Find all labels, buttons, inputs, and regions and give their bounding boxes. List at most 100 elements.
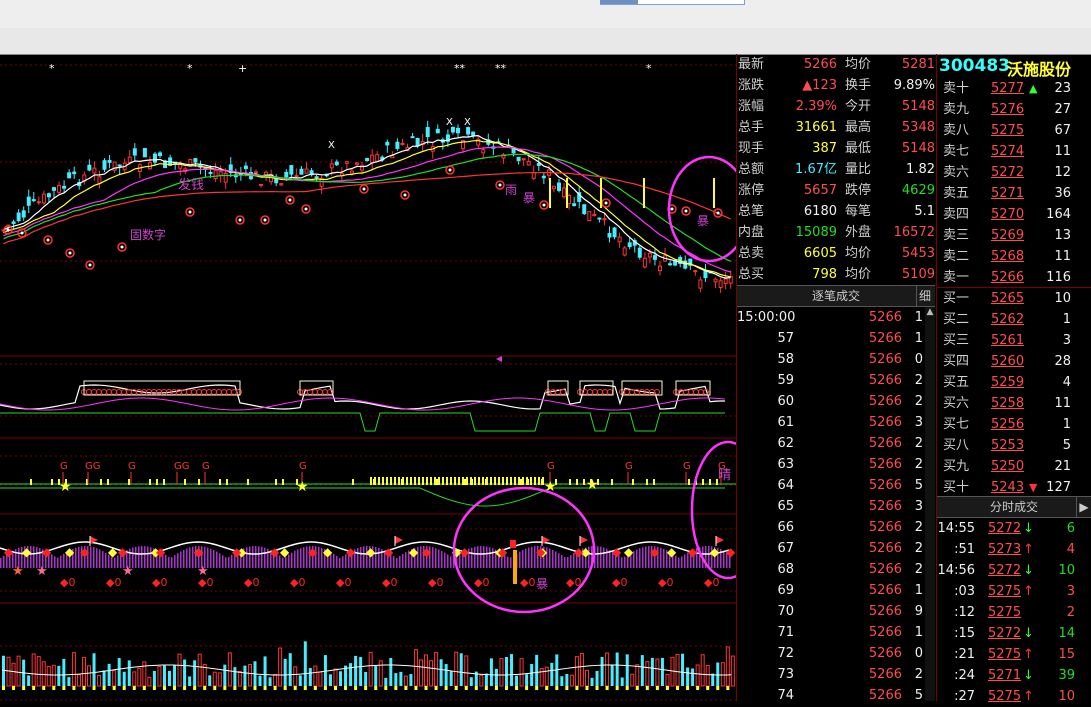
volume-bar <box>716 662 720 686</box>
volume-bar <box>484 673 488 686</box>
tick-time: 63 <box>777 457 794 472</box>
arrow-down-icon: ↓ <box>1023 668 1034 683</box>
bid-row[interactable]: 买三 5261 3 <box>941 330 1091 351</box>
minute-volume: 10 <box>1058 563 1075 578</box>
diamond-icon: ◆ <box>108 545 118 559</box>
label-bao-2: 暴 <box>697 214 709 228</box>
volume-bar <box>730 655 735 687</box>
candle <box>243 165 248 169</box>
signal-dot-icon <box>91 389 97 395</box>
tab-minute-trades[interactable]: 分时成交 <box>990 500 1038 514</box>
quote-row: 总手 31661 最高 5348 <box>737 117 936 138</box>
tick-scrollbar[interactable]: ▲ <box>925 307 935 701</box>
candle <box>652 255 657 260</box>
signal-dot-icon <box>624 389 630 395</box>
star-icon: ★ <box>197 564 209 579</box>
ask-row[interactable]: 卖八 5275 67 <box>941 120 1091 141</box>
bid-row[interactable]: 买五 5259 4 <box>941 372 1091 393</box>
volume-bar <box>389 657 393 686</box>
scroll-up-arrow-icon[interactable]: ▲ <box>925 307 935 317</box>
diamond-icon: ◆ <box>118 545 128 559</box>
ask-row[interactable]: 卖五 5271 36 <box>941 183 1091 204</box>
volume-bar <box>530 664 534 686</box>
book-price: 5266 <box>991 270 1025 285</box>
volume-bar <box>303 641 307 686</box>
quote-value: 15089 <box>795 225 837 240</box>
ask-row[interactable]: 卖九 5276 27 <box>941 99 1091 120</box>
volume-bar <box>590 677 594 686</box>
ask-row[interactable]: 卖六 5272 12 <box>941 162 1091 183</box>
bid-row[interactable]: 买十 5243 ▼ 127 <box>941 477 1091 498</box>
quote-row: 涨幅 2.39% 今开 5148 <box>737 96 936 117</box>
signal-dot-icon <box>191 389 197 395</box>
quote-value: 798 <box>812 267 837 282</box>
volume-bar <box>81 656 86 687</box>
signal-dot-icon <box>597 389 603 395</box>
ask-row[interactable]: 卖二 5268 11 <box>941 246 1091 267</box>
volume-bar <box>569 674 574 687</box>
volume-bar <box>544 666 549 687</box>
diamond-icon: ◆ <box>574 545 584 559</box>
quote-row: 内盘 15089 外盘 16572 <box>737 222 936 243</box>
ask-row[interactable]: 卖三 5269 13 <box>941 225 1091 246</box>
signal-dot-icon <box>654 389 660 395</box>
diamond-icon: ◆ <box>80 545 90 559</box>
tick-volume: 9 <box>914 604 923 619</box>
bid-row[interactable]: 买一 5265 10 <box>941 288 1091 309</box>
quote-label: 总买 <box>738 267 765 282</box>
candle <box>289 165 294 175</box>
diamond-icon: ◆ <box>536 545 546 559</box>
bid-row[interactable]: 买四 5260 28 <box>941 351 1091 372</box>
book-level-label: 卖九 <box>943 102 970 117</box>
candle <box>142 148 147 158</box>
quote-value: 2.39% <box>795 99 837 114</box>
bid-row[interactable]: 买九 5250 21 <box>941 456 1091 477</box>
tick-time: 64 <box>777 478 794 493</box>
next-arrow-icon[interactable]: ▶ <box>1076 497 1091 517</box>
candle <box>304 168 309 174</box>
volume-bar <box>605 652 610 687</box>
volume-bar <box>640 655 644 686</box>
book-separator <box>937 287 1091 288</box>
diamond-icon: ◆ <box>4 545 14 559</box>
minute-row: 14:55 5272 ↓ 6 <box>937 518 1091 539</box>
ask-row[interactable]: 卖七 5274 11 <box>941 141 1091 162</box>
ask-row[interactable]: 卖四 5270 164 <box>941 204 1091 225</box>
ask-row[interactable]: 卖十 5277 ▲ 23 <box>941 78 1091 99</box>
tick-time: 73 <box>777 667 794 682</box>
volume-bar <box>152 670 156 686</box>
volume-bar <box>97 675 102 687</box>
tick-row: 71 5266 1 <box>737 622 925 643</box>
diamond-icon: ◆ <box>409 545 419 559</box>
volume-bar <box>177 653 182 687</box>
bid-row[interactable]: 买八 5253 5 <box>941 435 1091 456</box>
signal-dot-icon <box>86 389 92 395</box>
book-volume: 116 <box>1046 270 1071 285</box>
tick-volume: 0 <box>914 352 923 367</box>
tick-row: 57 5266 1 <box>737 328 925 349</box>
book-volume: 3 <box>1062 333 1071 348</box>
book-price: 5259 <box>991 375 1025 390</box>
tick-volume: 1 <box>914 625 923 640</box>
tick-row: 66 5266 2 <box>737 517 925 538</box>
diamond-icon: ◆ <box>323 545 333 559</box>
tab-tick-trades[interactable]: 逐笔成交 <box>812 289 860 303</box>
volume-bar <box>670 656 675 687</box>
tick-detail-button[interactable]: 细 <box>916 286 933 306</box>
book-price: 5260 <box>991 354 1025 369</box>
signal-dot-icon <box>560 389 566 395</box>
tick-row: 70 5266 9 <box>737 601 925 622</box>
signal-dot-icon <box>111 389 117 395</box>
volume-bar <box>510 654 514 686</box>
bid-row[interactable]: 买六 5258 11 <box>941 393 1091 414</box>
candle <box>16 212 21 222</box>
candle <box>259 183 264 186</box>
quote-value: 4629 <box>901 183 935 198</box>
candle <box>284 171 289 178</box>
ask-row[interactable]: 卖一 5266 116 <box>941 267 1091 288</box>
candle <box>713 278 718 283</box>
volume-bar <box>595 670 599 686</box>
bid-row[interactable]: 买二 5262 1 <box>941 309 1091 330</box>
kline-chart[interactable]: * * + ** ** *XX X G GG G GG G G G G G G★ ★ ★ ★ ◆ ◆ ◆ ◆ ◆ ◆ ◆ ◆ ◆ ◆ ◆… <box>0 54 736 701</box>
bid-row[interactable]: 买七 5256 1 <box>941 414 1091 435</box>
